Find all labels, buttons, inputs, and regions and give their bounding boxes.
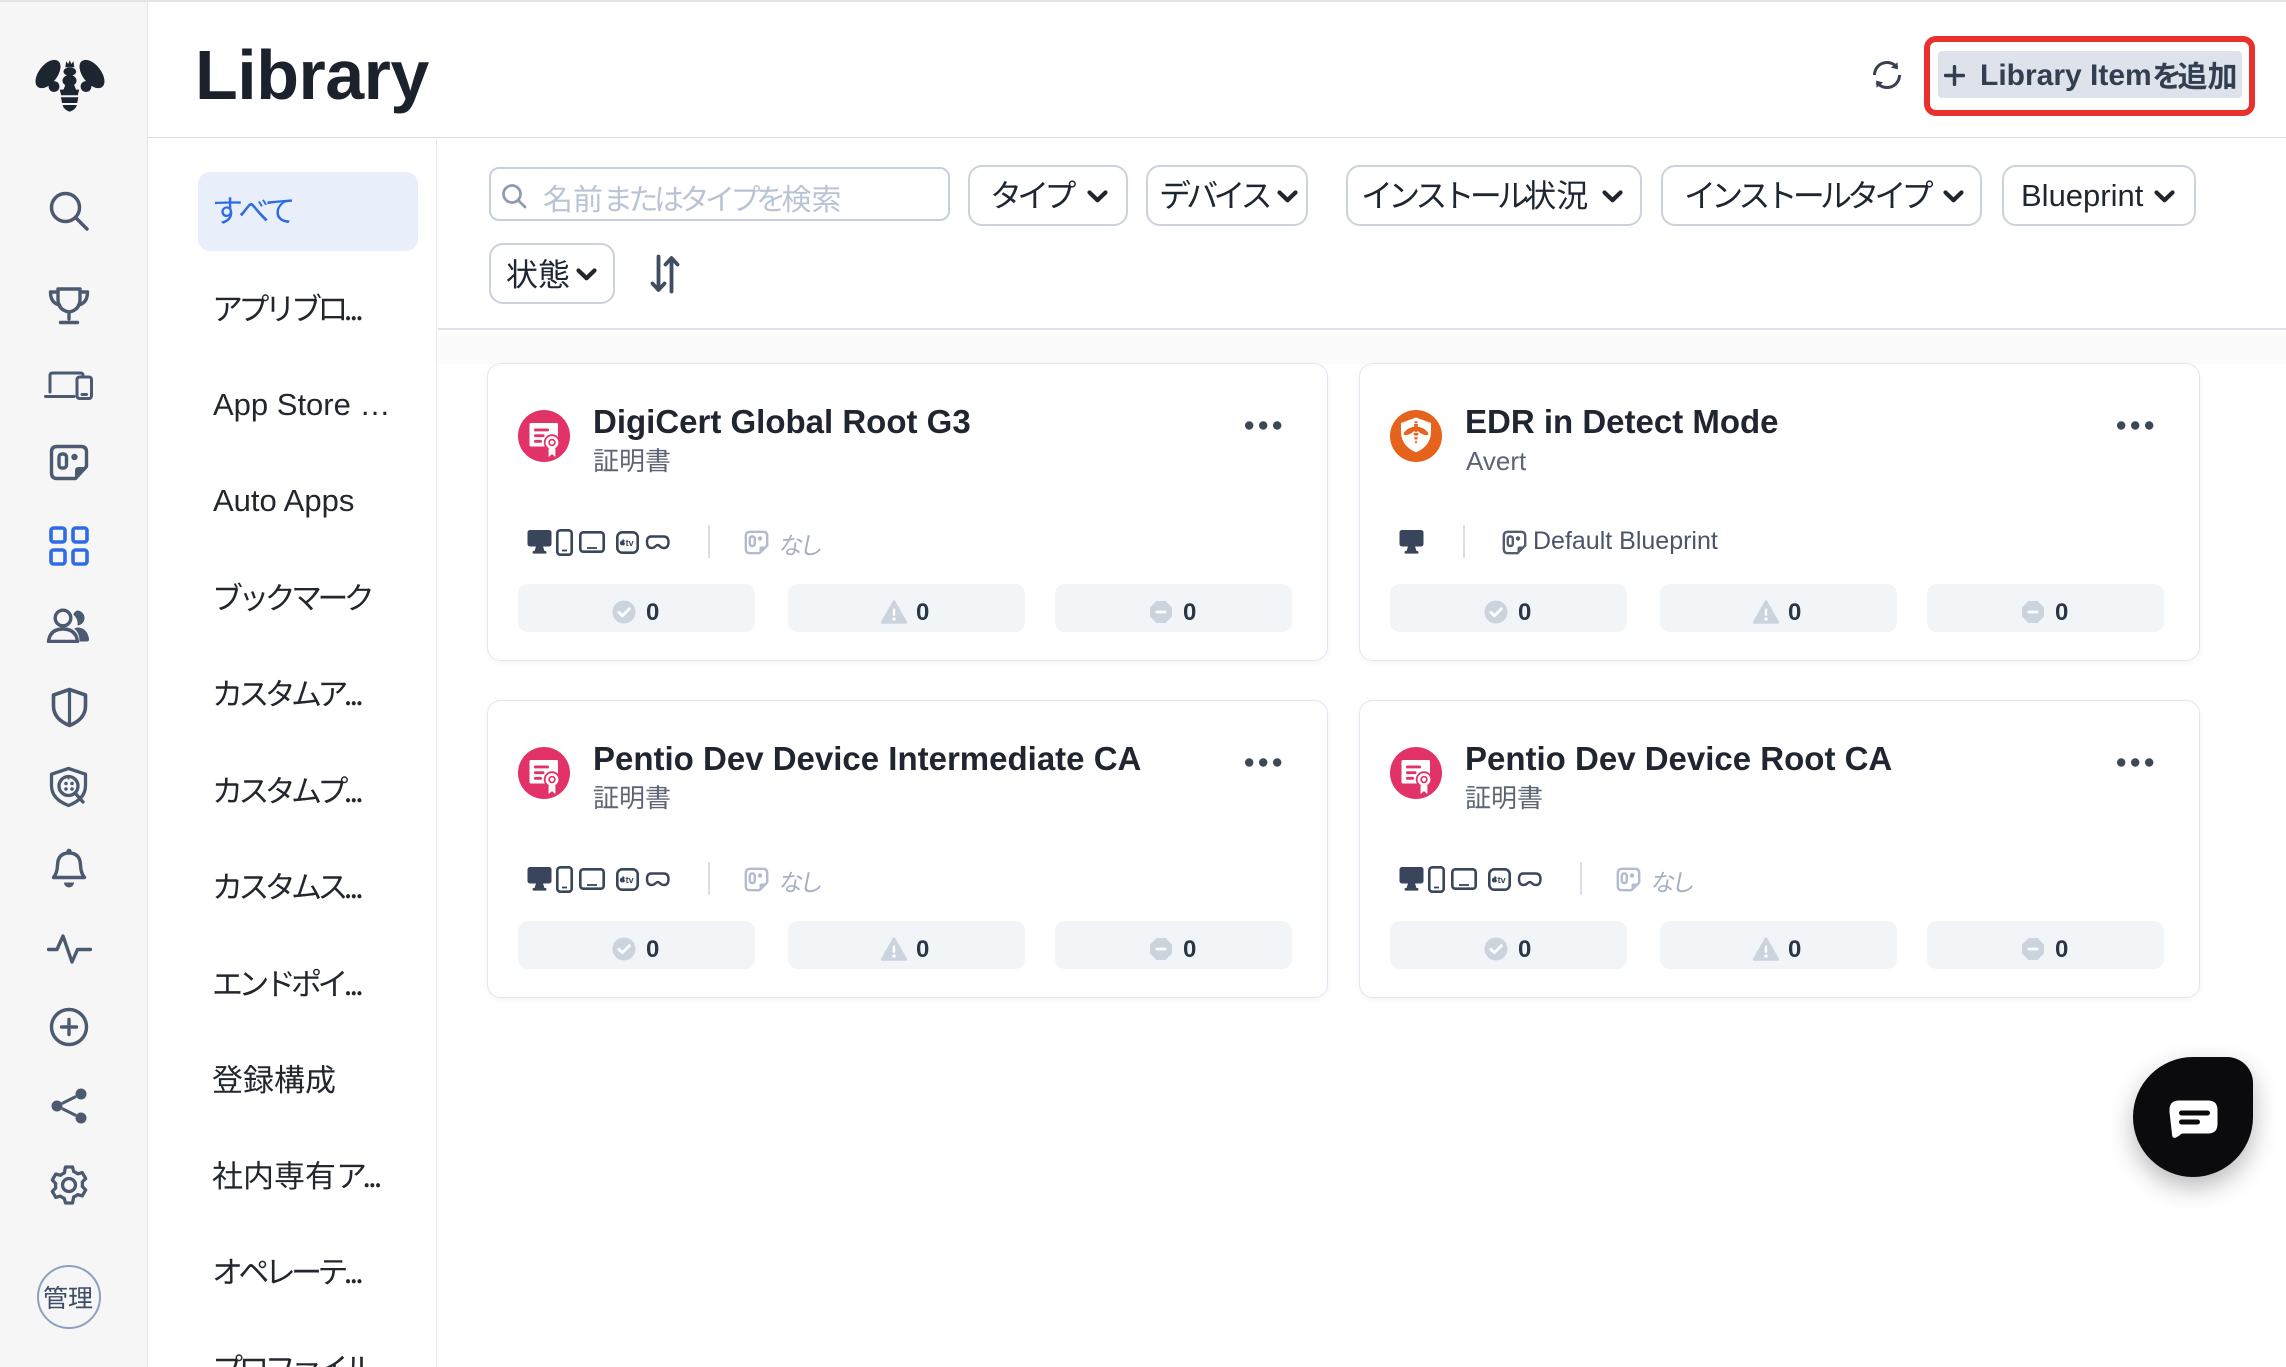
svg-text:tv: tv — [626, 538, 634, 548]
svg-text:tv: tv — [626, 875, 634, 885]
svg-text:tv: tv — [1498, 875, 1506, 885]
